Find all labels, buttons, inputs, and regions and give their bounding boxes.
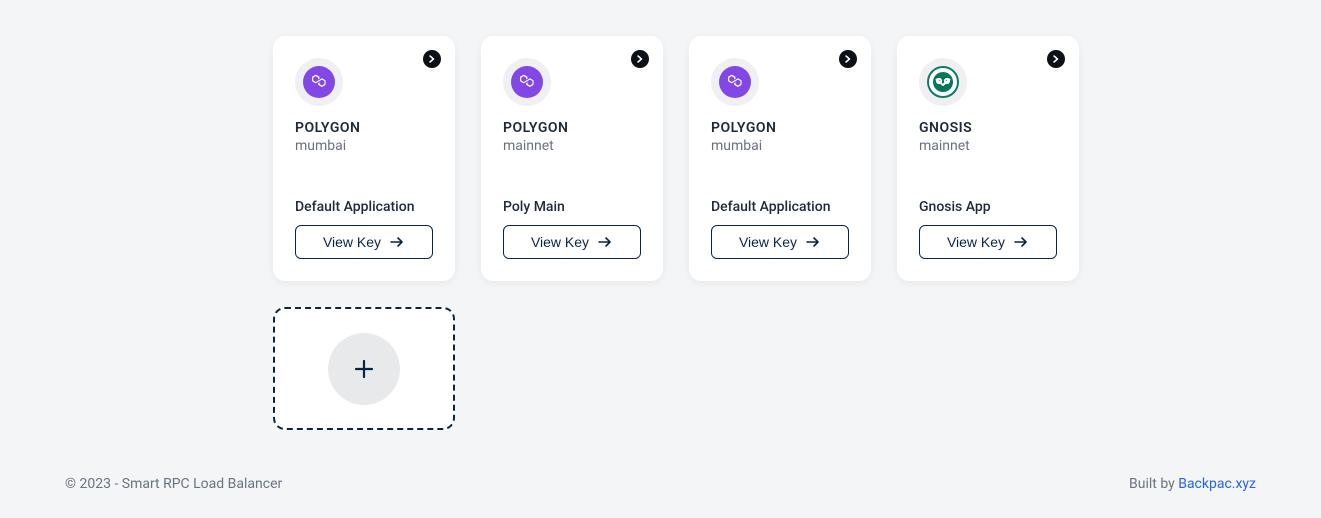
chain-icon-wrapper [295,58,343,106]
chain-icon-wrapper [503,58,551,106]
app-card: POLYGON mumbai Default Application View … [273,36,455,281]
arrow-right-circle-icon [1051,54,1061,64]
polygon-chain-icon [303,66,335,98]
arrow-right-icon [597,234,613,250]
view-key-button[interactable]: View Key [503,225,641,259]
navigate-button[interactable] [1047,50,1065,68]
add-app-button[interactable] [273,307,455,430]
network-name: mainnet [503,138,641,154]
footer-copyright: © 2023 - Smart RPC Load Balancer [65,476,282,492]
chain-icon-wrapper [711,58,759,106]
view-key-button[interactable]: View Key [919,225,1057,259]
view-key-button[interactable]: View Key [295,225,433,259]
app-name: Default Application [295,199,433,215]
app-card: GNOSIS mainnet Gnosis App View Key [897,36,1079,281]
navigate-button[interactable] [839,50,857,68]
plus-circle [328,333,400,405]
view-key-button[interactable]: View Key [711,225,849,259]
app-card: POLYGON mainnet Poly Main View Key [481,36,663,281]
chain-name: POLYGON [295,120,433,136]
network-name: mumbai [711,138,849,154]
app-card: POLYGON mumbai Default Application View … [689,36,871,281]
app-name: Default Application [711,199,849,215]
chain-name: POLYGON [711,120,849,136]
view-key-label: View Key [739,234,797,250]
polygon-chain-icon [511,66,543,98]
arrow-right-circle-icon [635,54,645,64]
arrow-right-circle-icon [843,54,853,64]
footer-link[interactable]: Backpac.xyz [1178,476,1256,492]
cards-container: POLYGON mumbai Default Application View … [208,0,1321,430]
polygon-chain-icon [719,66,751,98]
footer-builtby: Built by Backpac.xyz [1129,476,1256,492]
chain-name: POLYGON [503,120,641,136]
chain-name: GNOSIS [919,120,1057,136]
arrow-right-icon [389,234,405,250]
view-key-label: View Key [323,234,381,250]
footer-builtby-prefix: Built by [1129,476,1178,492]
view-key-label: View Key [947,234,1005,250]
arrow-right-circle-icon [427,54,437,64]
plus-icon [353,358,375,380]
network-name: mainnet [919,138,1057,154]
network-name: mumbai [295,138,433,154]
chain-icon-wrapper [919,58,967,106]
footer: © 2023 - Smart RPC Load Balancer Built b… [0,476,1321,492]
gnosis-chain-icon [927,66,959,98]
app-name: Gnosis App [919,199,1057,215]
app-name: Poly Main [503,199,641,215]
arrow-right-icon [805,234,821,250]
arrow-right-icon [1013,234,1029,250]
navigate-button[interactable] [423,50,441,68]
navigate-button[interactable] [631,50,649,68]
view-key-label: View Key [531,234,589,250]
